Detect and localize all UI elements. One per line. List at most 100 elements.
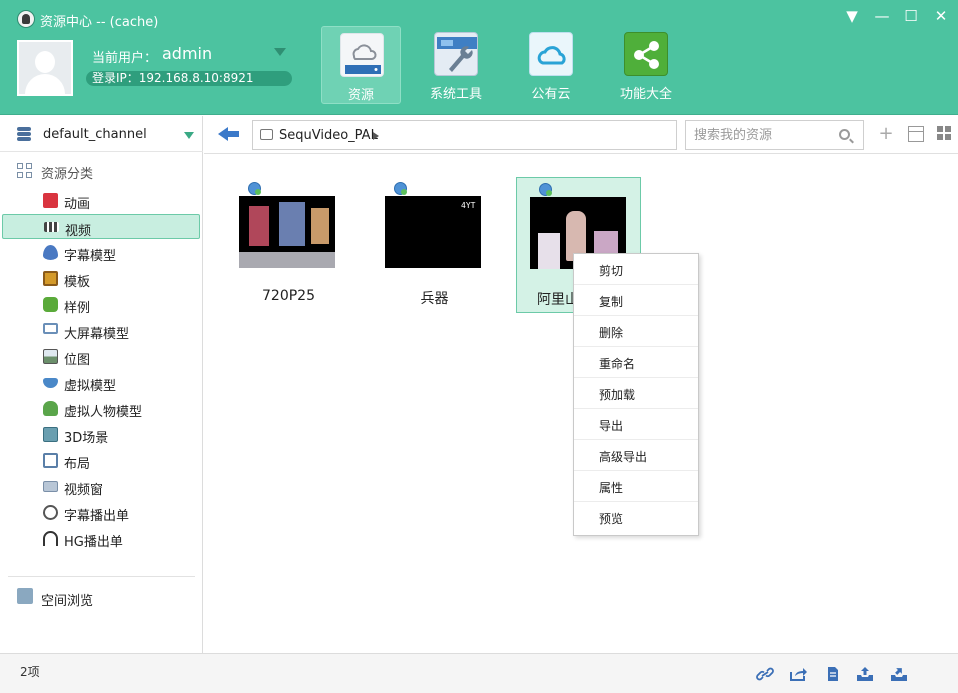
menu-item-rename[interactable]: 重命名 xyxy=(574,347,698,378)
search-icon[interactable] xyxy=(839,129,850,140)
channel-selector[interactable]: default_channel xyxy=(0,116,203,152)
sidebar-item-animation[interactable]: 动画 xyxy=(2,188,200,213)
layout-icon xyxy=(43,453,58,468)
toolbox-icon xyxy=(434,32,478,76)
add-icon[interactable]: + xyxy=(878,125,894,143)
current-user-label: 当前用户： xyxy=(92,51,158,66)
menu-item-advanced-export[interactable]: 高级导出 xyxy=(574,440,698,471)
menu-dropdown-button[interactable]: ▼ xyxy=(840,5,864,27)
sidebar-item-big-screen-model[interactable]: 大屏幕模型 xyxy=(2,318,200,343)
clapperboard-icon xyxy=(44,222,59,232)
monitor-icon xyxy=(43,323,58,334)
sidebar-item-label: 3D场景 xyxy=(64,431,109,446)
file-item-weapons[interactable]: 4YT 兵器 xyxy=(372,177,497,313)
globe-badge-icon xyxy=(248,182,261,195)
space-browse-label: 空间浏览 xyxy=(41,594,94,609)
category-grid-icon xyxy=(17,163,33,179)
sidebar-item-label: 字幕播出单 xyxy=(64,509,130,524)
sidebar-item-hg-playlist[interactable]: HG播出单 xyxy=(2,526,200,551)
sidebar-item-sample[interactable]: 样例 xyxy=(2,292,200,317)
sidebar-item-label: 样例 xyxy=(64,301,91,316)
sidebar-item-label: 虚拟模型 xyxy=(64,379,117,394)
globe-badge-icon xyxy=(539,183,552,196)
menu-item-properties[interactable]: 属性 xyxy=(574,471,698,502)
menu-item-delete[interactable]: 删除 xyxy=(574,316,698,347)
list-view-icon[interactable] xyxy=(908,126,924,142)
sidebar-item-video[interactable]: 视频 xyxy=(2,214,200,239)
sidebar-item-template[interactable]: 模板 xyxy=(2,266,200,291)
breadcrumb-arrow-icon[interactable] xyxy=(373,132,379,140)
tab-system-tools[interactable]: 系统工具 xyxy=(416,26,496,104)
cloud-drive-icon xyxy=(340,33,384,77)
clock-list-icon xyxy=(43,505,58,520)
video-thumbnail: 4YT xyxy=(385,196,481,268)
tab-resources[interactable]: 资源 xyxy=(321,26,401,104)
sidebar-item-label: 布局 xyxy=(64,457,91,472)
toolbar: SequVideo_PAL + xyxy=(204,116,958,154)
space-browse-item[interactable]: 空间浏览 xyxy=(0,586,203,609)
sidebar-item-label: 位图 xyxy=(64,353,91,368)
tab-all-functions-label: 功能大全 xyxy=(619,87,672,102)
headphones-icon xyxy=(43,531,58,546)
file-item-720p25[interactable]: 720P25 xyxy=(226,177,351,313)
sidebar-item-video-window[interactable]: 视频窗 xyxy=(2,474,200,499)
teapot-icon xyxy=(43,378,58,388)
file-name: 720P25 xyxy=(262,288,315,304)
template-icon xyxy=(43,271,58,286)
upload-tray-icon[interactable] xyxy=(856,666,874,682)
sidebar-item-virtual-model[interactable]: 虚拟模型 xyxy=(2,370,200,395)
search-input[interactable] xyxy=(694,126,834,144)
sidebar-item-label: 动画 xyxy=(64,197,91,212)
tab-all-functions[interactable]: 功能大全 xyxy=(606,26,686,104)
link-icon[interactable] xyxy=(756,666,774,682)
menu-item-cut[interactable]: 剪切 xyxy=(574,254,698,285)
sidebar-item-label: 视频窗 xyxy=(64,483,104,498)
user-dropdown-icon[interactable] xyxy=(274,48,286,56)
drop-icon xyxy=(43,245,58,260)
thumbnail-logo: 4YT xyxy=(461,201,476,210)
cube-icon xyxy=(43,427,58,442)
sidebar-divider xyxy=(8,576,195,577)
menu-item-copy[interactable]: 复制 xyxy=(574,285,698,316)
sidebar-item-label: HG播出单 xyxy=(64,535,123,550)
breadcrumb[interactable]: SequVideo_PAL xyxy=(252,120,677,150)
video-thumbnail xyxy=(239,196,335,268)
current-user-name: admin xyxy=(162,44,213,63)
cloud-folder-icon xyxy=(260,129,273,140)
person-icon xyxy=(43,401,58,416)
maximize-button[interactable]: ☐ xyxy=(899,5,923,27)
download-tray-icon[interactable] xyxy=(890,666,908,682)
avatar-body xyxy=(25,74,65,94)
menu-item-preview[interactable]: 预览 xyxy=(574,502,698,533)
document-icon[interactable] xyxy=(824,666,842,682)
menu-item-export[interactable]: 导出 xyxy=(574,409,698,440)
user-avatar[interactable] xyxy=(17,40,73,96)
sidebar-item-3d-scene[interactable]: 3D场景 xyxy=(2,422,200,447)
context-menu: 剪切 复制 删除 重命名 预加载 导出 高级导出 属性 预览 xyxy=(573,253,699,536)
minimize-button[interactable]: — xyxy=(870,5,894,27)
sidebar-item-subtitle-model[interactable]: 字幕模型 xyxy=(2,240,200,265)
item-count: 2项 xyxy=(20,665,40,679)
bitmap-icon xyxy=(43,349,58,364)
menu-item-preload[interactable]: 预加载 xyxy=(574,378,698,409)
sidebar-item-bitmap[interactable]: 位图 xyxy=(2,344,200,369)
grid-view-icon[interactable] xyxy=(937,126,953,142)
breadcrumb-segment[interactable]: SequVideo_PAL xyxy=(279,128,378,143)
sidebar-item-layout[interactable]: 布局 xyxy=(2,448,200,473)
tab-resources-label: 资源 xyxy=(347,88,374,103)
sidebar-item-label: 字幕模型 xyxy=(64,249,117,264)
file-name: 兵器 xyxy=(420,291,449,307)
avatar-head xyxy=(35,51,55,73)
sidebar-item-virtual-person-model[interactable]: 虚拟人物模型 xyxy=(2,396,200,421)
sidebar-item-subtitle-playlist[interactable]: 字幕播出单 xyxy=(2,500,200,525)
close-button[interactable]: ✕ xyxy=(929,5,953,27)
animation-icon xyxy=(43,193,58,208)
search-box[interactable] xyxy=(685,120,864,150)
video-window-icon xyxy=(43,481,58,492)
public-cloud-icon xyxy=(529,32,573,76)
space-cube-icon xyxy=(17,588,33,604)
share-out-icon[interactable] xyxy=(789,666,807,682)
chevron-down-icon[interactable] xyxy=(184,132,194,139)
back-arrow-icon[interactable] xyxy=(218,125,240,143)
tab-public-cloud[interactable]: 公有云 xyxy=(511,26,591,104)
